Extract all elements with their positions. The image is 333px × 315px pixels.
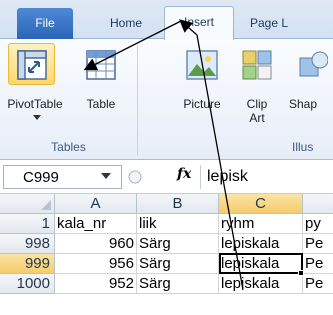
table-button[interactable]: Table [73,39,129,118]
cell[interactable]: 952 [55,274,137,294]
clip-art-label-line1: Clip [246,97,268,111]
cell[interactable]: liik [137,214,219,234]
cell[interactable]: Särg [137,274,219,294]
cell[interactable]: 960 [55,234,137,254]
picture-icon [186,50,218,80]
table-row: 1000 952 Särg lepiskala Pe [0,274,333,294]
expand-circle-icon [128,170,142,184]
shapes-label: Shap [289,97,318,111]
column-header-b[interactable]: B [137,194,219,214]
chevron-down-icon [33,115,41,120]
column-header-row: A B C [0,194,333,214]
cell[interactable]: Särg [137,234,219,254]
shapes-button[interactable]: Shap [286,39,333,118]
chevron-down-icon[interactable] [101,173,111,179]
picture-label: Picture [183,97,221,111]
tab-file[interactable]: File [17,8,73,39]
worksheet-grid[interactable]: A B C 1 kala_nr liik ryhm py 998 960 Sär… [0,194,333,315]
cell[interactable]: Pe [303,254,333,274]
formula-input[interactable]: lepisk [200,165,333,189]
tab-home[interactable]: Home [96,11,156,39]
cell[interactable]: Pe [303,234,333,254]
row-header[interactable]: 1000 [0,274,55,294]
group-separator [137,45,138,155]
column-header-a[interactable]: A [55,194,137,214]
pivot-table-label: PivotTable [7,97,63,111]
tab-insert[interactable]: Insert [164,6,234,40]
group-label-tables: Tables [51,140,86,154]
select-all-triangle-icon [41,200,51,210]
ribbon-tab-bar: File Home Insert Page L [0,0,333,40]
ribbon-insert: PivotTable Table Tables Picture Clip Art… [0,39,333,160]
excel-window: File Home Insert Page L PivotTable Table… [0,0,333,315]
name-box-value: C999 [23,169,59,186]
cell[interactable]: lepiskala [219,234,303,254]
cell[interactable]: kala_nr [55,214,137,234]
cell[interactable]: lepiskala [219,274,303,294]
column-header-d[interactable] [303,194,333,214]
clip-art-icon [242,50,272,80]
table-row: 999 956 Särg lepiskala Pe [0,254,333,274]
fx-label: fx [177,166,192,182]
clip-art-button[interactable]: Clip Art [232,39,282,134]
table-row: 1 kala_nr liik ryhm py [0,214,333,234]
picture-button[interactable]: Picture [172,39,232,118]
cell[interactable]: Särg [137,254,219,274]
cell[interactable]: lepiskala [219,254,303,274]
select-all-corner[interactable] [0,194,55,214]
tab-page-layout[interactable]: Page L [242,11,333,39]
row-header[interactable]: 1 [0,214,55,234]
row-header[interactable]: 998 [0,234,55,254]
pivot-table-button[interactable]: PivotTable [0,39,70,120]
name-box[interactable]: C999 [3,165,122,189]
shapes-icon [299,51,328,77]
cell[interactable]: Pe [303,274,333,294]
fill-handle[interactable] [298,270,304,276]
formula-bar: C999 fx lepisk [0,160,333,194]
table-row: 998 960 Särg lepiskala Pe [0,234,333,254]
pivot-table-icon [17,50,47,80]
column-header-c[interactable]: C [219,194,303,214]
clip-art-label-line2: Art [249,111,265,125]
cell[interactable]: 956 [55,254,137,274]
table-icon [86,50,116,80]
table-label: Table [86,97,116,111]
cell[interactable]: ryhm [219,214,303,234]
cell[interactable]: py [303,214,333,234]
row-header[interactable]: 999 [0,254,55,274]
group-label-illustrations: Illus [292,140,314,154]
insert-function-icon[interactable]: fx [177,166,191,182]
